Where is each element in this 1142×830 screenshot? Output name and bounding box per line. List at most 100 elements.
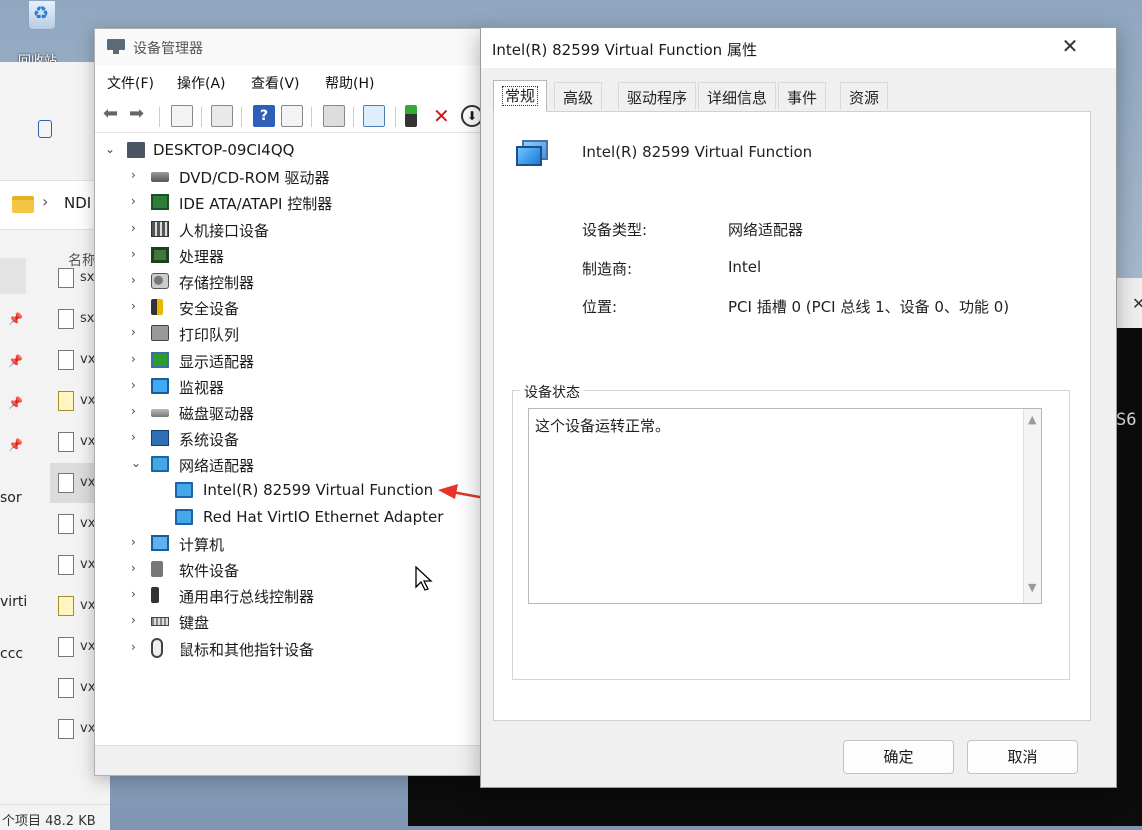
display-adapter-icon — [151, 351, 169, 368]
scan-hardware-icon[interactable] — [323, 105, 345, 127]
chevron-right-icon[interactable]: › — [131, 325, 136, 339]
ok-button[interactable]: 确定 — [843, 740, 954, 774]
menu-file[interactable]: 文件(F) — [107, 73, 154, 93]
tree-category[interactable]: › 打印队列 — [95, 320, 487, 346]
network-adapter-icon — [151, 456, 169, 473]
back-arrow-icon[interactable]: ⬅ — [103, 103, 118, 124]
tree-category[interactable]: › 鼠标和其他指针设备 — [95, 635, 487, 661]
sidebar-item-label[interactable]: ccc — [0, 646, 23, 662]
chevron-right-icon[interactable]: › — [131, 404, 136, 418]
titlebar[interactable]: Intel(R) 82599 Virtual Function 属性 ✕ — [481, 28, 1116, 68]
tree-category[interactable]: › 显示适配器 — [95, 347, 487, 373]
forward-arrow-icon[interactable]: ➡ — [129, 103, 144, 124]
tree-item-label: IDE ATA/ATAPI 控制器 — [179, 195, 333, 214]
pin-icon[interactable]: 📌 — [8, 438, 23, 452]
file-icon — [58, 678, 74, 698]
tab-advanced[interactable]: 高级 — [554, 82, 603, 110]
chevron-down-icon[interactable]: ⌄ — [131, 456, 141, 470]
tree-root[interactable]: ⌄ DESKTOP-09CI4QQ — [95, 137, 487, 163]
pin-icon[interactable]: 📌 — [8, 354, 23, 368]
titlebar[interactable]: 设备管理器 — [95, 29, 487, 65]
keyboard-icon — [151, 617, 169, 627]
chevron-right-icon[interactable]: › — [131, 194, 136, 208]
sidebar-item-label[interactable]: virti — [0, 594, 27, 610]
storage-controller-icon — [151, 272, 169, 289]
mouse-cursor-icon — [415, 566, 433, 591]
close-button[interactable]: ✕ — [1059, 34, 1081, 62]
scrollbar[interactable]: ▲ ▼ — [1023, 409, 1041, 603]
tree-category[interactable]: › 监视器 — [95, 373, 487, 399]
chevron-right-icon[interactable]: › — [131, 221, 136, 235]
chevron-right-icon[interactable]: › — [131, 247, 136, 261]
menu-view[interactable]: 查看(V) — [251, 73, 300, 93]
properties-icon[interactable] — [211, 105, 233, 127]
chevron-right-icon[interactable]: › — [131, 168, 136, 182]
tab-resources[interactable]: 资源 — [840, 82, 889, 110]
device-status-textbox[interactable]: 这个设备运转正常。 ▲ ▼ — [528, 408, 1042, 604]
tree-category[interactable]: › DVD/CD-ROM 驱动器 — [95, 163, 487, 189]
menu-action[interactable]: 操作(A) — [177, 73, 226, 93]
close-icon[interactable]: ✕ — [1132, 294, 1142, 313]
print-queue-icon — [151, 325, 169, 342]
tree-item-label: 显示适配器 — [179, 352, 255, 371]
tree-category[interactable]: › 存储控制器 — [95, 268, 487, 294]
dialog-title: Intel(R) 82599 Virtual Function 属性 — [492, 41, 757, 59]
chevron-right-icon[interactable]: › — [131, 613, 136, 627]
tree-item-label: 计算机 — [179, 535, 225, 554]
device-type-label: 设备类型: — [582, 221, 648, 239]
tab-details[interactable]: 详细信息 — [698, 82, 777, 110]
tree-device[interactable]: Red Hat VirtIO Ethernet Adapter — [95, 504, 487, 530]
tree-device[interactable]: Intel(R) 82599 Virtual Function — [95, 477, 487, 503]
show-hide-tree-icon[interactable] — [171, 105, 193, 127]
dvd-drive-icon — [151, 172, 169, 183]
uninstall-icon[interactable]: ✕ — [433, 105, 455, 127]
cancel-button[interactable]: 取消 — [967, 740, 1078, 774]
scroll-up-icon[interactable]: ▲ — [1028, 413, 1036, 426]
copy-icon[interactable] — [38, 120, 52, 138]
recycle-bin-shortcut[interactable]: 回收站 — [18, 0, 66, 69]
toolbar-separator — [241, 107, 242, 127]
tree-category[interactable]: › 计算机 — [95, 530, 487, 556]
chevron-right-icon[interactable]: › — [131, 587, 136, 601]
file-icon — [58, 637, 74, 657]
chevron-right-icon[interactable]: › — [131, 561, 136, 575]
pin-icon[interactable]: 📌 — [8, 312, 23, 326]
tree-item-label: Intel(R) 82599 Virtual Function — [203, 481, 434, 500]
scroll-down-icon[interactable]: ▼ — [1028, 581, 1036, 594]
chevron-right-icon[interactable]: › — [131, 378, 136, 392]
tree-category[interactable]: › 安全设备 — [95, 294, 487, 320]
tree-category[interactable]: › 键盘 — [95, 608, 487, 634]
chevron-down-icon[interactable]: ⌄ — [105, 142, 115, 156]
file-icon — [58, 555, 74, 575]
tree-category[interactable]: › IDE ATA/ATAPI 控制器 — [95, 189, 487, 215]
tab-events[interactable]: 事件 — [778, 82, 827, 110]
tree-category[interactable]: › 磁盘驱动器 — [95, 399, 487, 425]
manufacturer-value: Intel — [728, 258, 762, 276]
chevron-right-icon[interactable]: › — [131, 352, 136, 366]
tree-category[interactable]: › 系统设备 — [95, 425, 487, 451]
device-type-value: 网络适配器 — [728, 221, 804, 239]
chevron-right-icon[interactable]: › — [131, 299, 136, 313]
tab-driver[interactable]: 驱动程序 — [618, 82, 697, 110]
pin-icon[interactable]: 📌 — [8, 396, 23, 410]
sidebar-item-label[interactable]: sor — [0, 490, 22, 506]
tree-category[interactable]: › 处理器 — [95, 242, 487, 268]
file-name: sx — [80, 270, 95, 285]
chevron-right-icon[interactable]: › — [131, 430, 136, 444]
update-driver-icon[interactable] — [405, 105, 417, 127]
address-text: NDI — [64, 194, 92, 212]
chevron-right-icon[interactable]: › — [131, 273, 136, 287]
toolbar-separator — [159, 107, 160, 127]
chevron-right-icon[interactable]: › — [131, 640, 136, 654]
monitor-icon — [151, 377, 169, 394]
tab-general[interactable]: 常规 — [493, 80, 548, 112]
monitor-icon[interactable] — [363, 105, 385, 127]
tree-category[interactable]: › 人机接口设备 — [95, 216, 487, 242]
tree-category[interactable]: ⌄ 网络适配器 — [95, 451, 487, 477]
help-icon[interactable]: ? — [253, 105, 275, 127]
view-icon[interactable] — [281, 105, 303, 127]
computer-icon — [151, 534, 169, 551]
menu-help[interactable]: 帮助(H) — [325, 73, 374, 93]
sidebar-selected-item[interactable] — [0, 258, 26, 294]
chevron-right-icon[interactable]: › — [131, 535, 136, 549]
